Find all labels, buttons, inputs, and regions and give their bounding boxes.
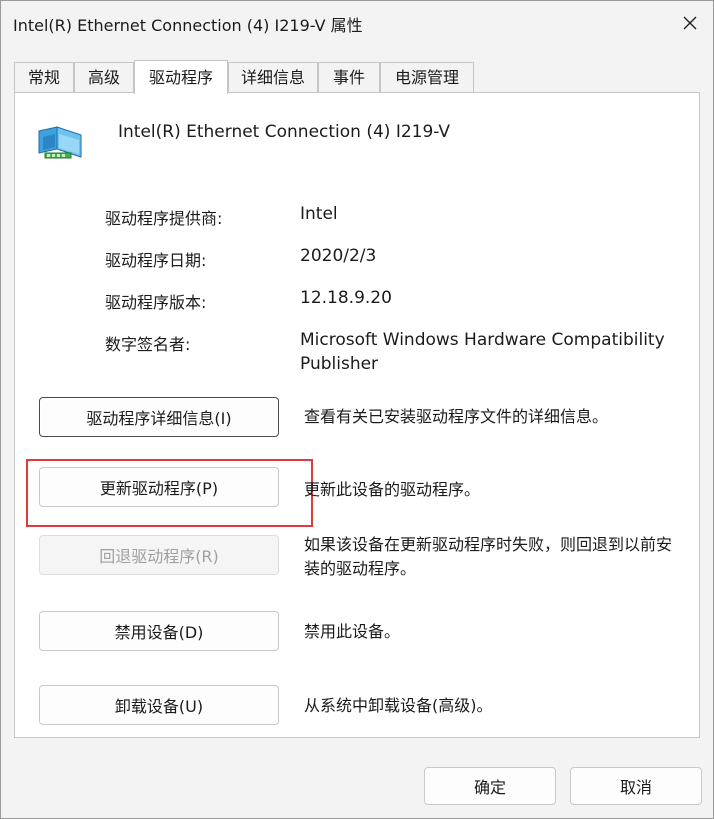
signer-label: 数字签名者: [105, 335, 191, 354]
tab-advanced[interactable]: 高级 [74, 62, 134, 92]
roll-back-driver-button[interactable]: 回退驱动程序(R) [39, 535, 279, 575]
driver-details-button[interactable]: 驱动程序详细信息(I) [39, 397, 279, 437]
properties-dialog: Intel(R) Ethernet Connection (4) I219-V … [0, 0, 714, 819]
version-value: 12.18.9.20 [300, 288, 392, 308]
update-driver-description: 更新此设备的驱动程序。 [304, 480, 481, 499]
disable-device-button[interactable]: 禁用设备(D) [39, 611, 279, 651]
close-icon [683, 16, 697, 30]
version-label: 驱动程序版本: [105, 293, 207, 312]
title-bar: Intel(R) Ethernet Connection (4) I219-V … [1, 1, 713, 45]
signer-value: Microsoft Windows Hardware Compatibility… [300, 330, 665, 374]
tab-general[interactable]: 常规 [14, 62, 74, 92]
ok-button[interactable]: 确定 [424, 767, 556, 805]
tab-details[interactable]: 详细信息 [228, 62, 318, 92]
uninstall-device-button[interactable]: 卸载设备(U) [39, 685, 279, 725]
window-title: Intel(R) Ethernet Connection (4) I219-V … [13, 16, 363, 35]
provider-label: 驱动程序提供商: [105, 209, 223, 228]
provider-value: Intel [300, 204, 338, 224]
network-adapter-icon [38, 126, 82, 159]
driver-details-description: 查看有关已安装驱动程序文件的详细信息。 [304, 407, 609, 426]
disable-device-description: 禁用此设备。 [304, 622, 401, 641]
cancel-button[interactable]: 取消 [570, 767, 702, 805]
close-button[interactable] [667, 1, 713, 45]
date-value: 2020/2/3 [300, 246, 377, 266]
device-name: Intel(R) Ethernet Connection (4) I219-V [118, 122, 451, 142]
update-driver-button[interactable]: 更新驱动程序(P) [39, 467, 279, 507]
roll-back-driver-description: 如果该设备在更新驱动程序时失败，则回退到以前安装的驱动程序。 [304, 535, 673, 578]
tab-power-management[interactable]: 电源管理 [380, 62, 474, 92]
uninstall-device-description: 从系统中卸载设备(高级)。 [304, 696, 493, 715]
tab-events[interactable]: 事件 [318, 62, 380, 92]
date-label: 驱动程序日期: [105, 251, 207, 270]
tab-driver[interactable]: 驱动程序 [134, 60, 228, 94]
